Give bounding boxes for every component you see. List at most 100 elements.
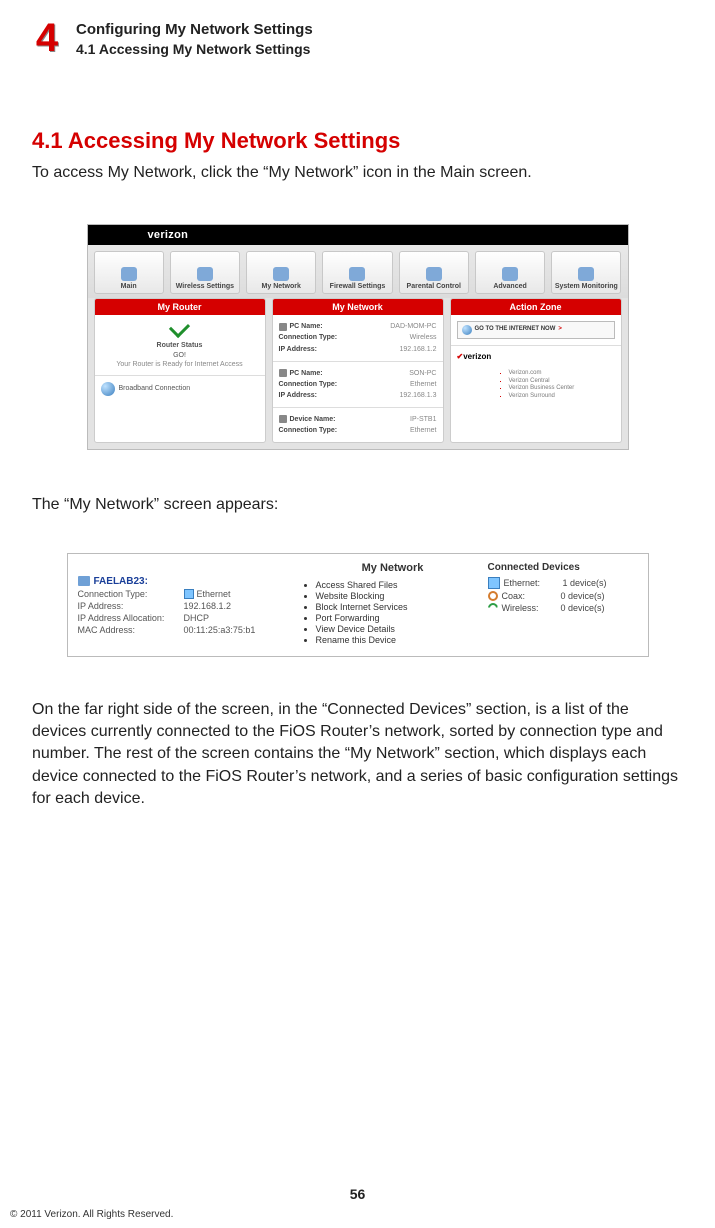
chapter-title: Configuring My Network Settings — [76, 20, 313, 40]
info-value: SON-PC — [409, 369, 436, 378]
description-paragraph: On the far right side of the screen, in … — [32, 699, 683, 811]
nav-tab[interactable]: Wireless Settings — [170, 251, 240, 294]
verizon-link[interactable]: Verizon.com — [509, 370, 615, 378]
device-icon — [279, 415, 287, 423]
chevron-right-icon: > — [558, 326, 562, 334]
device-action-link[interactable]: Port Forwarding — [316, 613, 488, 623]
copyright-text: © 2011 Verizon. All Rights Reserved. — [10, 1209, 173, 1220]
check-icon — [169, 317, 190, 338]
field-value: Ethernet — [184, 589, 231, 600]
connected-device-row: Coax:0 device(s) — [488, 591, 638, 601]
tab-icon — [121, 267, 137, 281]
field-value: 192.168.1.2 — [184, 601, 232, 611]
router-status-label: Router Status — [101, 341, 259, 350]
network-info-row: Connection Type: Ethernet — [279, 379, 437, 390]
globe-icon — [462, 325, 472, 335]
network-info-row: Device Name: IP-STB1 — [279, 414, 437, 425]
device-action-link[interactable]: View Device Details — [316, 624, 488, 634]
info-key: Connection Type: — [279, 333, 338, 342]
field-key: Connection Type: — [78, 589, 178, 600]
device-field: Connection Type: Ethernet — [78, 589, 298, 600]
nav-tab[interactable]: System Monitoring — [551, 251, 621, 294]
verizon-link[interactable]: Verizon Business Center — [509, 385, 615, 393]
device-action-link[interactable]: Rename this Device — [316, 635, 488, 645]
tab-label: System Monitoring — [555, 283, 618, 290]
page-header: 4 Configuring My Network Settings 4.1 Ac… — [32, 18, 683, 58]
intro-paragraph: To access My Network, click the “My Netw… — [32, 162, 683, 184]
screenshot-main-screen: verizon Main Wireless Settings My Network F… — [87, 224, 629, 450]
device-action-link[interactable]: Website Blocking — [316, 591, 488, 601]
chapter-number: 4 — [32, 18, 62, 58]
chapter-section-label: 4.1 Accessing My Network Settings — [76, 41, 313, 57]
info-value: 192.168.1.3 — [400, 391, 437, 400]
info-key: PC Name: — [279, 322, 323, 331]
device-name[interactable]: FAELAB23: — [78, 576, 298, 587]
tab-label: My Network — [262, 283, 301, 290]
mid-paragraph: The “My Network” screen appears: — [32, 494, 683, 516]
field-value: 00:11:25:a3:75:b1 — [184, 625, 256, 635]
tab-icon — [197, 267, 213, 281]
device-action-link[interactable]: Access Shared Files — [316, 580, 488, 590]
info-key: IP Address: — [279, 391, 318, 400]
connected-device-row: Ethernet: 1 device(s) — [488, 577, 638, 589]
field-key: MAC Address: — [78, 625, 178, 635]
router-status-value: GO! — [101, 351, 259, 360]
wifi-icon — [488, 603, 498, 613]
tab-label: Firewall Settings — [330, 283, 386, 290]
network-info-row: Connection Type: Wireless — [279, 332, 437, 343]
info-value: Ethernet — [410, 426, 436, 435]
nav-tab[interactable]: Advanced — [475, 251, 545, 294]
info-key: Connection Type: — [279, 380, 338, 389]
nav-tab[interactable]: My Network — [246, 251, 316, 294]
tab-icon — [502, 267, 518, 281]
network-info-row: IP Address: 192.168.1.3 — [279, 390, 437, 401]
device-field: IP Address: 192.168.1.2 — [78, 601, 298, 611]
verizon-link[interactable]: Verizon Central — [509, 378, 615, 386]
network-info-row: Connection Type: Ethernet — [279, 425, 437, 436]
verizon-small-logo: ✔verizon — [457, 352, 615, 362]
network-info-row: PC Name: SON-PC — [279, 368, 437, 379]
eth-icon — [488, 577, 500, 589]
verizon-logo: verizon — [148, 229, 189, 241]
nav-tab[interactable]: Firewall Settings — [322, 251, 392, 294]
info-key: Connection Type: — [279, 426, 338, 435]
field-value: DHCP — [184, 613, 210, 623]
verizon-link[interactable]: Verizon Surround — [509, 393, 615, 401]
router-status-note: Your Router is Ready for Internet Access — [101, 360, 259, 369]
page-number: 56 — [0, 1186, 715, 1202]
info-value: IP-STB1 — [410, 415, 436, 424]
tab-icon — [273, 267, 289, 281]
network-info-row: PC Name: DAD-MOM-PC — [279, 321, 437, 332]
device-icon — [279, 369, 287, 377]
device-action-link[interactable]: Block Internet Services — [316, 602, 488, 612]
ethernet-icon — [184, 589, 194, 599]
go-to-internet-button[interactable]: GO TO THE INTERNET NOW > — [457, 321, 615, 339]
device-field: IP Address Allocation: DHCP — [78, 613, 298, 623]
tab-icon — [349, 267, 365, 281]
panel-my-network-title: My Network — [273, 299, 443, 315]
device-field: MAC Address: 00:11:25:a3:75:b1 — [78, 625, 298, 635]
info-value: DAD-MOM-PC — [390, 322, 436, 331]
info-key: Device Name: — [279, 415, 336, 424]
info-value: 192.168.1.2 — [400, 345, 437, 354]
connected-device-row: Wireless:0 device(s) — [488, 603, 638, 613]
panel-my-router-title: My Router — [95, 299, 265, 315]
nav-tab[interactable]: Main — [94, 251, 164, 294]
info-value: Ethernet — [410, 380, 436, 389]
connection-type-label: Ethernet: — [504, 578, 559, 588]
screenshot-my-network: FAELAB23: Connection Type:EthernetIP Add… — [67, 553, 649, 657]
nav-tab[interactable]: Parental Control — [399, 251, 469, 294]
field-key: IP Address: — [78, 601, 178, 611]
info-key: PC Name: — [279, 369, 323, 378]
field-key: IP Address Allocation: — [78, 613, 178, 623]
info-value: Wireless — [410, 333, 437, 342]
coax-icon — [488, 591, 498, 601]
device-icon — [279, 323, 287, 331]
panel-action-zone-title: Action Zone — [451, 299, 621, 315]
device-count: 0 device(s) — [561, 591, 605, 601]
tab-label: Main — [121, 283, 137, 290]
tab-icon — [426, 267, 442, 281]
device-count: 1 device(s) — [563, 578, 607, 588]
device-count: 0 device(s) — [561, 603, 605, 613]
my-network-panel-title: My Network — [298, 562, 488, 574]
